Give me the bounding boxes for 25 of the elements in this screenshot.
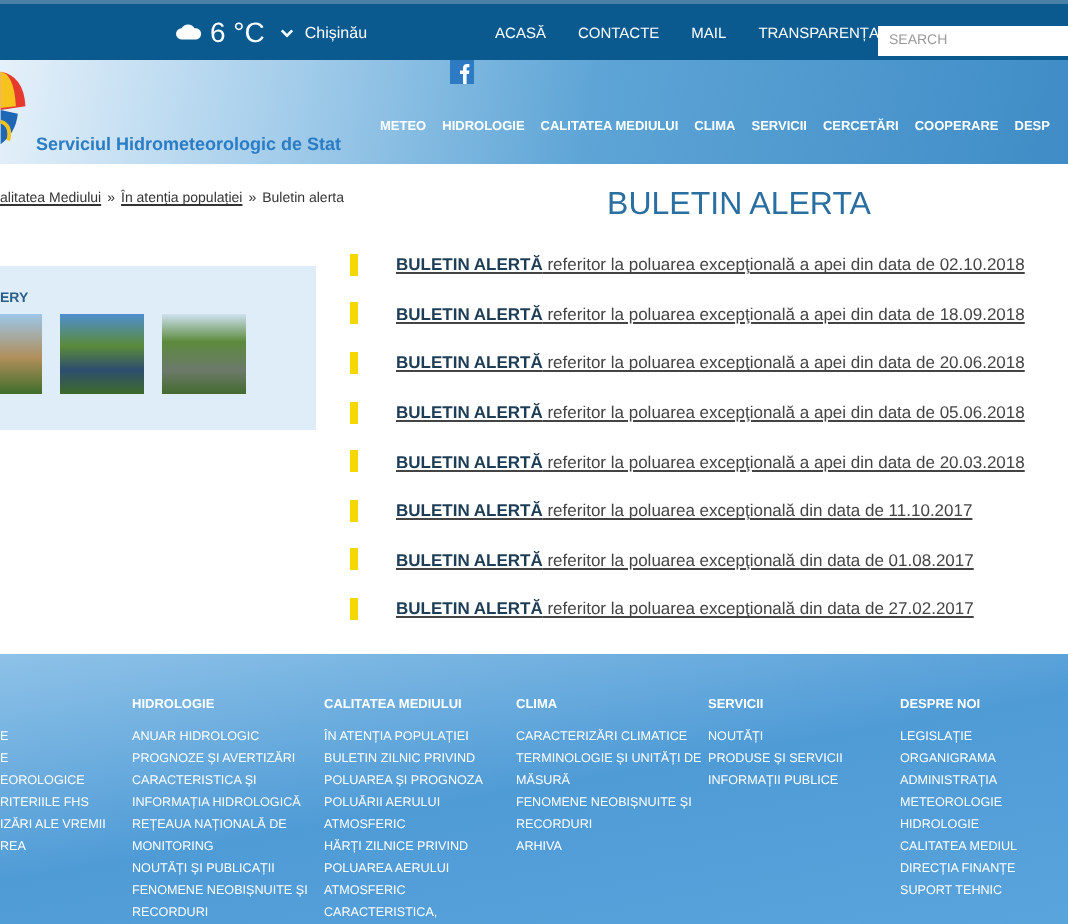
page-title: BULETIN ALERTA [605,188,873,224]
alert-link[interactable]: BULETIN ALERTĂ referitor la poluarea excepţională a apei din data de 20.06.2018 [396,352,1025,373]
city-selector[interactable]: Chișinău [304,23,368,41]
photo-placeholder[interactable] [162,314,246,394]
bullet-marker [350,351,358,374]
bullet-marker [350,548,358,571]
site-title[interactable]: Serviciul Hidrometeorologic de Stat [36,134,342,154]
temperature: 6 °C [210,16,265,48]
bullet-marker [350,450,358,473]
alert-link[interactable]: BULETIN ALERTĂ referitor la poluarea excepţională a apei din data de 20.03.2018 [396,451,1025,472]
chevron-down-icon[interactable] [280,27,295,37]
alert-link[interactable]: BULETIN ALERTĂ referitor la poluarea excepţională din data de 01.08.2017 [396,549,974,570]
photo-placeholder[interactable] [60,314,144,394]
bullet-marker [350,401,358,424]
alert-link[interactable]: BULETIN ALERTĂ referitor la poluarea excepţională din data de 11.10.2017 [396,500,973,521]
bullet-marker [350,253,358,276]
alert-link[interactable]: BULETIN ALERTĂ referitor la poluarea excepţională a apei din data de 02.10.2018 [396,254,1025,275]
bullet-marker [350,597,358,620]
alert-link[interactable]: BULETIN ALERTĂ referitor la poluarea excepţională a apei din data de 05.06.2018 [396,402,1025,423]
alert-link[interactable]: BULETIN ALERTĂ referitor la poluarea excepţională din data de 27.02.2017 [396,598,974,619]
facebook-icon[interactable] [450,60,474,84]
cloud-icon [176,24,202,40]
bullet-marker [350,499,358,522]
bullet-marker [350,302,358,325]
alert-link[interactable]: BULETIN ALERTĂ referitor la poluarea excepţională a apei din data de 18.09.2018 [396,303,1025,324]
